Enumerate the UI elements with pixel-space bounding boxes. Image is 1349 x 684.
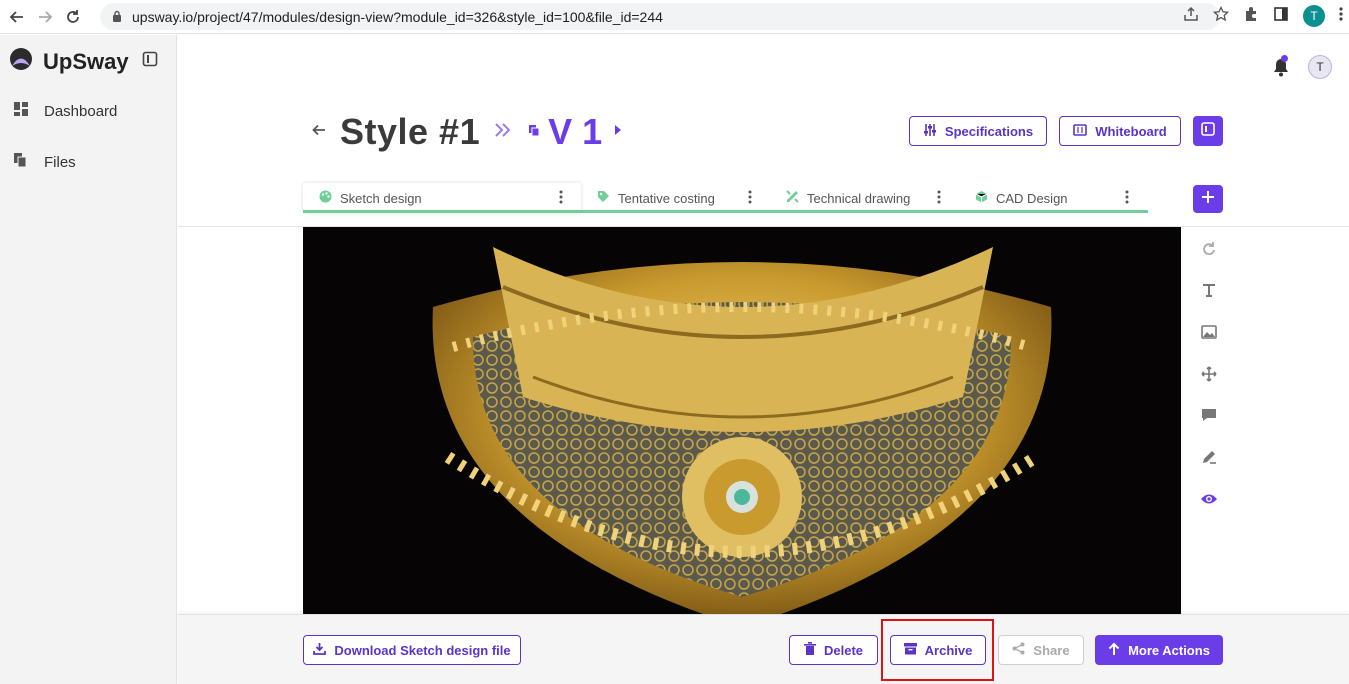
extensions-icon[interactable]	[1243, 6, 1259, 27]
trash-icon	[803, 641, 816, 659]
rotate-icon[interactable]	[1198, 238, 1220, 260]
image-icon[interactable]	[1198, 321, 1220, 343]
delete-label: Delete	[823, 642, 864, 658]
necklace-image	[303, 227, 1181, 615]
panel-toggle-icon	[1201, 121, 1215, 141]
palette-icon	[319, 190, 332, 206]
upsway-logo-icon	[9, 47, 33, 76]
double-chevron-icon	[494, 122, 512, 142]
sliders-icon	[923, 123, 937, 140]
tab-menu-icon[interactable]	[748, 190, 752, 209]
tab-menu-icon[interactable]	[559, 190, 563, 209]
text-icon[interactable]	[1198, 279, 1220, 301]
tab-label: Technical drawing	[807, 190, 911, 206]
sidebar-item-dashboard[interactable]: Dashboard	[14, 102, 117, 120]
archive-highlight-box	[881, 619, 994, 681]
back-arrow-icon[interactable]	[312, 123, 326, 141]
eye-icon[interactable]	[1198, 488, 1220, 510]
download-icon	[313, 642, 327, 658]
side-panel-icon[interactable]	[1273, 6, 1289, 27]
action-bar: Download Sketch design file Delete Archi…	[178, 614, 1349, 684]
tab-tentative-costing[interactable]: Tentative costing	[597, 183, 715, 213]
back-icon[interactable]	[6, 6, 28, 28]
lock-icon	[112, 9, 122, 25]
browser-toolbar: upsway.io/project/47/modules/design-view…	[0, 0, 1349, 34]
move-icon[interactable]	[1198, 363, 1220, 385]
share-icon	[1012, 642, 1025, 658]
page-title-row: Style #1 V 1	[312, 111, 622, 153]
brand-name: UpSway	[43, 48, 129, 74]
caret-right-icon[interactable]	[614, 123, 622, 141]
files-icon	[14, 153, 28, 171]
download-file-button[interactable]: Download Sketch design file	[303, 635, 521, 665]
module-tabs: Sketch design Tentative costing Technica…	[303, 183, 1148, 215]
more-actions-label: More Actions	[1128, 642, 1210, 658]
tab-cad-design[interactable]: CAD Design	[975, 183, 1068, 213]
tab-label: Tentative costing	[618, 190, 715, 206]
more-actions-button[interactable]: More Actions	[1095, 635, 1223, 665]
profile-avatar[interactable]: T	[1303, 5, 1325, 27]
menu-dots-icon[interactable]	[1339, 6, 1343, 27]
share-page-icon[interactable]	[1183, 6, 1199, 27]
share-label: Share	[1033, 642, 1070, 658]
url-text: upsway.io/project/47/modules/design-view…	[132, 8, 663, 25]
whiteboard-button[interactable]: Whiteboard	[1059, 116, 1181, 146]
share-button[interactable]: Share	[998, 635, 1084, 665]
plus-icon	[1202, 190, 1214, 208]
download-label: Download Sketch design file	[334, 642, 511, 658]
tag-icon	[597, 190, 610, 206]
notifications-button[interactable]	[1272, 55, 1290, 82]
user-avatar[interactable]: T	[1308, 55, 1332, 79]
page-title: Style #1	[340, 111, 481, 152]
comment-icon[interactable]	[1198, 404, 1220, 426]
ruler-pencil-icon	[786, 190, 799, 206]
sidebar-collapse-icon[interactable]	[142, 51, 158, 72]
tab-label: CAD Design	[996, 190, 1068, 206]
panel-toggle-button[interactable]	[1193, 116, 1223, 146]
version-label[interactable]: V 1	[548, 111, 602, 153]
tab-underline	[303, 210, 1148, 213]
reload-icon[interactable]	[62, 6, 84, 28]
specifications-button[interactable]: Specifications	[909, 116, 1047, 146]
cube-icon	[975, 190, 988, 206]
browser-actions: T	[1183, 5, 1343, 27]
dashboard-icon	[14, 102, 28, 120]
design-image[interactable]	[303, 227, 1181, 615]
sidebar-item-label: Files	[44, 153, 76, 171]
address-bar[interactable]: upsway.io/project/47/modules/design-view…	[100, 3, 1220, 30]
copy-icon	[528, 123, 540, 141]
tab-menu-icon[interactable]	[1125, 190, 1129, 209]
tab-technical-drawing[interactable]: Technical drawing	[786, 183, 910, 213]
tab-menu-icon[interactable]	[937, 190, 941, 209]
arrow-up-icon	[1108, 642, 1120, 658]
sidebar-item-label: Dashboard	[44, 102, 118, 120]
tab-sketch-design[interactable]: Sketch design	[303, 183, 581, 213]
tab-label: Sketch design	[340, 190, 422, 206]
sidebar-item-files[interactable]: Files	[14, 153, 76, 171]
bell-icon	[1272, 59, 1290, 81]
draw-icon[interactable]	[1198, 446, 1220, 468]
delete-button[interactable]: Delete	[789, 635, 878, 665]
specifications-label: Specifications	[944, 123, 1034, 139]
brand[interactable]: UpSway	[9, 47, 129, 76]
add-tab-button[interactable]	[1193, 185, 1223, 213]
main-content: T Style #1 V 1 Specifications Whiteboard	[178, 35, 1349, 684]
sidebar: UpSway Dashboard Files	[0, 35, 177, 684]
whiteboard-icon	[1073, 123, 1088, 139]
forward-icon[interactable]	[34, 6, 56, 28]
bookmark-star-icon[interactable]	[1212, 5, 1230, 27]
whiteboard-label: Whiteboard	[1095, 123, 1167, 139]
notification-dot	[1281, 55, 1288, 62]
